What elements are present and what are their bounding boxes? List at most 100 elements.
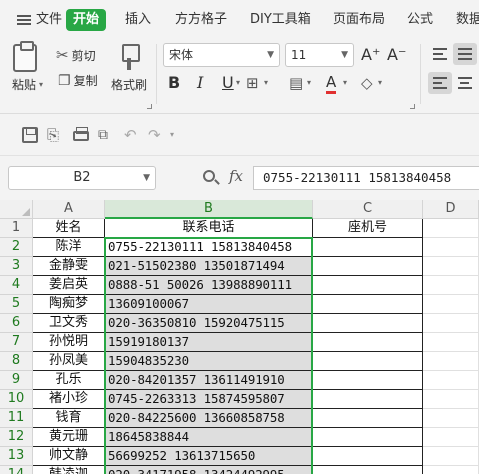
empty-cell[interactable]	[423, 295, 479, 314]
row-header[interactable]: 8	[0, 352, 33, 371]
row-header[interactable]: 10	[0, 390, 33, 409]
underline-dropdown-icon[interactable]: ▾	[236, 72, 240, 94]
phone-cell[interactable]: 020-36350810 15920475115	[105, 314, 313, 333]
empty-cell[interactable]	[423, 371, 479, 390]
row-header[interactable]: 12	[0, 428, 33, 447]
font-size-select[interactable]: 11 ▼	[285, 43, 354, 67]
empty-cell[interactable]	[423, 447, 479, 466]
row-header[interactable]: 2	[0, 238, 33, 257]
header-cell-phone[interactable]: 联系电话	[105, 219, 313, 238]
save-icon[interactable]	[22, 127, 38, 143]
name-cell[interactable]: 卫文秀	[33, 314, 105, 333]
borders-icon[interactable]: ⊞	[246, 72, 259, 94]
phone-cell[interactable]: 15919180137	[105, 333, 313, 352]
header-cell-landline[interactable]: 座机号	[313, 219, 423, 238]
header-cell-name[interactable]: 姓名	[33, 219, 105, 238]
bold-button[interactable]: B	[168, 72, 180, 94]
align-left-button[interactable]	[428, 72, 452, 94]
row-header[interactable]: 14	[0, 466, 33, 474]
landline-cell[interactable]	[313, 352, 423, 371]
landline-cell[interactable]	[313, 428, 423, 447]
landline-cell[interactable]	[313, 447, 423, 466]
column-header-a[interactable]: A	[33, 200, 105, 219]
font-launcher-icon[interactable]	[410, 104, 415, 109]
clear-dropdown-icon[interactable]: ▾	[378, 72, 382, 94]
row-header[interactable]: 6	[0, 314, 33, 333]
copy-button[interactable]: ❐ 复制	[58, 72, 98, 89]
row-header[interactable]: 13	[0, 447, 33, 466]
menu-fangfang[interactable]: 方方格子	[175, 9, 227, 31]
clipboard-launcher-icon[interactable]	[147, 104, 152, 109]
format-painter-button[interactable]: 格式刷	[111, 76, 147, 93]
column-header-d[interactable]: D	[423, 200, 479, 219]
empty-cell[interactable]	[423, 314, 479, 333]
grow-font-button[interactable]: A⁺	[361, 44, 380, 66]
row-header[interactable]: 4	[0, 276, 33, 295]
phone-cell[interactable]: 021-51502380 13501871494	[105, 257, 313, 276]
menu-data[interactable]: 数据	[456, 9, 479, 31]
customize-dropdown-icon[interactable]: ▾	[170, 127, 186, 143]
column-header-c[interactable]: C	[313, 200, 423, 219]
formula-input[interactable]: 0755-22130111 15813840458	[253, 166, 479, 190]
phone-cell[interactable]: 0745-2263313 15874595807	[105, 390, 313, 409]
font-color-button[interactable]: A	[326, 74, 337, 94]
row-header[interactable]: 3	[0, 257, 33, 276]
paste-icon[interactable]	[13, 41, 37, 72]
phone-cell[interactable]: 56699252 13613715650	[105, 447, 313, 466]
menu-file[interactable]: 文件	[36, 9, 62, 31]
empty-cell[interactable]	[423, 466, 479, 474]
row-header[interactable]: 9	[0, 371, 33, 390]
shrink-font-button[interactable]: A⁻	[387, 44, 406, 66]
empty-cell[interactable]	[423, 390, 479, 409]
name-cell[interactable]: 孔乐	[33, 371, 105, 390]
menu-insert[interactable]: 插入	[125, 9, 151, 31]
landline-cell[interactable]	[313, 238, 423, 257]
print-icon[interactable]	[73, 127, 89, 141]
name-cell[interactable]: 姜启英	[33, 276, 105, 295]
phone-cell[interactable]: 020-84201357 13611491910	[105, 371, 313, 390]
underline-button[interactable]: U	[222, 72, 234, 94]
column-header-b[interactable]: B	[105, 200, 313, 219]
menu-page-layout[interactable]: 页面布局	[333, 9, 385, 31]
redo-icon[interactable]: ↷	[148, 127, 164, 143]
phone-cell[interactable]: 0755-22130111 15813840458	[105, 238, 313, 257]
landline-cell[interactable]	[313, 466, 423, 474]
name-box[interactable]: B2 ▼	[8, 166, 156, 190]
phone-cell[interactable]: 020-34171958 13424492995	[105, 466, 313, 474]
phone-cell[interactable]: 020-84225600 13660858758	[105, 409, 313, 428]
landline-cell[interactable]	[313, 390, 423, 409]
row-header[interactable]: 7	[0, 333, 33, 352]
eraser-icon[interactable]: ◇	[361, 72, 373, 94]
name-cell[interactable]: 陈洋	[33, 238, 105, 257]
menu-home[interactable]: 开始	[66, 9, 107, 31]
row-header[interactable]: 5	[0, 295, 33, 314]
fill-dropdown-icon[interactable]: ▾	[307, 72, 311, 94]
empty-cell[interactable]	[423, 257, 479, 276]
align-middle-button[interactable]	[453, 43, 477, 65]
landline-cell[interactable]	[313, 371, 423, 390]
empty-cell[interactable]	[423, 238, 479, 257]
name-cell[interactable]: 金静雯	[33, 257, 105, 276]
phone-cell[interactable]: 0888-51 50026 13988890111	[105, 276, 313, 295]
italic-button[interactable]: I	[197, 72, 203, 94]
zoom-icon[interactable]	[203, 170, 215, 182]
name-cell[interactable]: 孙悦明	[33, 333, 105, 352]
format-painter-icon[interactable]	[120, 44, 140, 70]
row-header[interactable]: 11	[0, 409, 33, 428]
menu-diy-toolbox[interactable]: DIY工具箱	[250, 9, 311, 31]
empty-cell[interactable]	[423, 333, 479, 352]
name-cell[interactable]: 褚小珍	[33, 390, 105, 409]
borders-dropdown-icon[interactable]: ▾	[264, 72, 268, 94]
select-all-button[interactable]	[0, 200, 33, 219]
landline-cell[interactable]	[313, 295, 423, 314]
row-header[interactable]: 1	[0, 219, 33, 238]
align-center-button[interactable]	[453, 72, 477, 94]
landline-cell[interactable]	[313, 257, 423, 276]
hamburger-menu-icon[interactable]	[17, 15, 31, 25]
name-cell[interactable]: 孙凤美	[33, 352, 105, 371]
fx-icon[interactable]: fx	[229, 167, 243, 185]
phone-cell[interactable]: 13609100067	[105, 295, 313, 314]
empty-cell[interactable]	[423, 409, 479, 428]
name-cell[interactable]: 陶痴梦	[33, 295, 105, 314]
font-color-dropdown-icon[interactable]: ▾	[343, 72, 347, 94]
